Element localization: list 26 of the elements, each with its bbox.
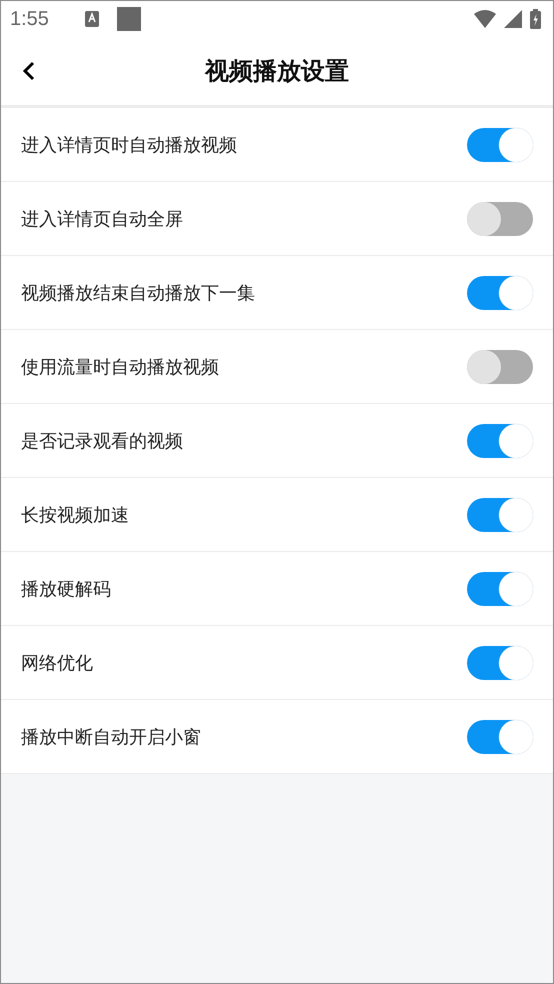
- page-title: 视频播放设置: [205, 56, 349, 87]
- signal-icon: [504, 10, 522, 28]
- back-icon: [23, 61, 35, 81]
- setting-label: 长按视频加速: [21, 504, 129, 526]
- keyboard-notification-icon: [84, 11, 99, 27]
- toggle-switch[interactable]: [467, 202, 533, 236]
- toggle-switch[interactable]: [467, 276, 533, 310]
- toggle-switch[interactable]: [467, 572, 533, 606]
- status-time: 1:55: [10, 8, 49, 30]
- toggle-switch[interactable]: [467, 498, 533, 532]
- setting-label: 进入详情页时自动播放视频: [21, 134, 237, 156]
- square-notification-icon: [116, 7, 141, 31]
- toggle-switch[interactable]: [467, 720, 533, 754]
- wifi-icon: [474, 10, 496, 28]
- setting-label: 网络优化: [21, 652, 93, 674]
- toggle-switch[interactable]: [467, 128, 533, 162]
- setting-label: 播放硬解码: [21, 578, 111, 600]
- toggle-switch[interactable]: [467, 424, 533, 458]
- toggle-switch[interactable]: [467, 350, 533, 384]
- setting-label: 是否记录观看的视频: [21, 430, 183, 452]
- setting-label: 视频播放结束自动播放下一集: [21, 282, 255, 304]
- battery-icon: [530, 9, 541, 29]
- toggle-switch[interactable]: [467, 646, 533, 680]
- setting-label: 进入详情页自动全屏: [21, 208, 183, 230]
- setting-label: 播放中断自动开启小窗: [21, 726, 201, 748]
- setting-label: 使用流量时自动播放视频: [21, 356, 219, 378]
